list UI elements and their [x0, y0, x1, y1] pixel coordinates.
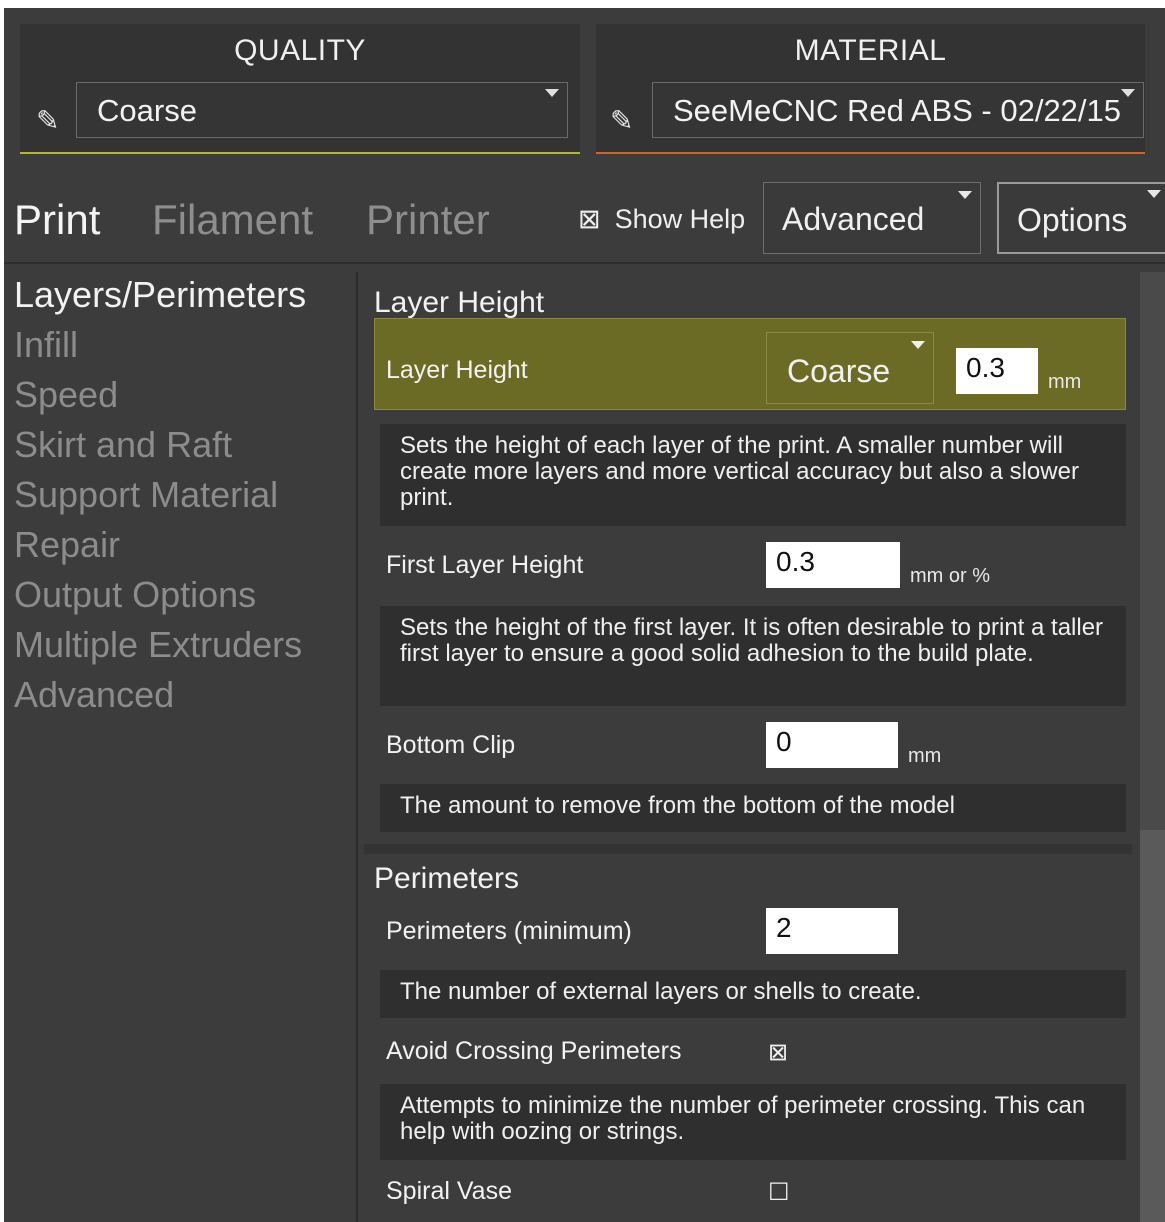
perimeters-minimum-label: Perimeters (minimum)	[386, 917, 632, 945]
material-preset-panel: MATERIAL ✎ SeeMeCNC Red ABS - 02/22/15	[596, 24, 1145, 154]
mode-dropdown-value: Advanced	[782, 201, 925, 237]
quality-preset-panel: QUALITY ✎ Coarse	[20, 24, 580, 154]
tab-divider	[4, 262, 1165, 264]
nav-divider	[356, 272, 358, 1222]
first-layer-height-unit: mm or %	[910, 565, 990, 587]
layer-height-label: Layer Height	[386, 356, 528, 384]
nav-item-speed[interactable]: Speed	[14, 374, 306, 424]
material-value: SeeMeCNC Red ABS - 02/22/15	[673, 93, 1122, 128]
nav-item-layers-perimeters[interactable]: Layers/Perimeters	[14, 274, 306, 324]
quality-title: QUALITY	[234, 34, 366, 67]
avoid-crossing-checkbox[interactable]: ⊠	[768, 1038, 788, 1067]
bottom-clip-input[interactable]: 0	[766, 722, 898, 768]
layer-height-preset-dropdown[interactable]: Coarse	[766, 332, 934, 404]
quality-dropdown[interactable]: Coarse	[76, 82, 568, 138]
nav-item-infill[interactable]: Infill	[14, 324, 306, 374]
show-help-toggle[interactable]: ⊠ Show Help	[578, 204, 745, 235]
tab-printer[interactable]: Printer	[366, 196, 490, 244]
layer-height-unit: mm	[1048, 371, 1082, 393]
bottom-clip-label: Bottom Clip	[386, 731, 516, 759]
layer-height-preset-value: Coarse	[787, 353, 891, 389]
nav-item-support-material[interactable]: Support Material	[14, 474, 306, 524]
options-dropdown-label: Options	[1017, 202, 1128, 238]
chevron-down-icon	[1121, 89, 1135, 97]
chevron-down-icon	[1147, 190, 1161, 198]
spiral-vase-checkbox[interactable]: ☐	[768, 1178, 790, 1207]
bottom-clip-unit: mm	[908, 745, 942, 767]
mode-dropdown[interactable]: Advanced	[763, 182, 981, 254]
avoid-crossing-perimeters-label: Avoid Crossing Perimeters	[386, 1037, 682, 1065]
material-dropdown[interactable]: SeeMeCNC Red ABS - 02/22/15	[652, 82, 1144, 138]
layer-height-help: Sets the height of each layer of the pri…	[380, 424, 1126, 526]
nav-item-repair[interactable]: Repair	[14, 524, 306, 574]
quality-value: Coarse	[97, 93, 197, 128]
pencil-icon[interactable]: ✎	[610, 104, 633, 137]
scrollbar-thumb[interactable]	[1140, 272, 1165, 830]
nav-item-multiple-extruders[interactable]: Multiple Extruders	[14, 624, 306, 674]
spiral-vase-label: Spiral Vase	[386, 1177, 512, 1205]
section-title-perimeters: Perimeters	[374, 862, 520, 895]
settings-content: Layer Height Layer Height Coarse 0.3 mm …	[364, 272, 1132, 1222]
section-divider	[364, 844, 1132, 854]
layer-height-input[interactable]: 0.3	[956, 348, 1038, 394]
tab-filament[interactable]: Filament	[152, 196, 313, 244]
chevron-down-icon	[911, 341, 925, 349]
pencil-icon[interactable]: ✎	[36, 104, 59, 137]
tab-print[interactable]: Print	[14, 196, 100, 244]
bottom-clip-help: The amount to remove from the bottom of …	[380, 784, 1126, 832]
material-title: MATERIAL	[794, 34, 947, 67]
nav-item-skirt-and-raft[interactable]: Skirt and Raft	[14, 424, 306, 474]
chevron-down-icon	[958, 191, 972, 199]
nav-item-advanced[interactable]: Advanced	[14, 674, 306, 724]
nav-item-output-options[interactable]: Output Options	[14, 574, 306, 624]
options-dropdown[interactable]: Options	[997, 182, 1165, 254]
slicer-settings-window: QUALITY ✎ Coarse MATERIAL ✎ SeeMeCNC Red…	[4, 8, 1165, 1222]
first-layer-height-help: Sets the height of the first layer. It i…	[380, 606, 1126, 706]
perimeters-minimum-help: The number of external layers or shells …	[380, 970, 1126, 1018]
first-layer-height-input[interactable]: 0.3	[766, 542, 900, 588]
avoid-crossing-help: Attempts to minimize the number of perim…	[380, 1084, 1126, 1160]
show-help-label: Show Help	[614, 204, 746, 234]
perimeters-minimum-input[interactable]: 2	[766, 908, 898, 954]
settings-category-nav: Layers/Perimeters Infill Speed Skirt and…	[14, 274, 306, 724]
first-layer-height-label: First Layer Height	[386, 551, 584, 579]
checkbox-checked-icon[interactable]: ⊠	[578, 204, 601, 234]
chevron-down-icon	[545, 89, 559, 97]
section-title-layer-height: Layer Height	[374, 286, 545, 319]
